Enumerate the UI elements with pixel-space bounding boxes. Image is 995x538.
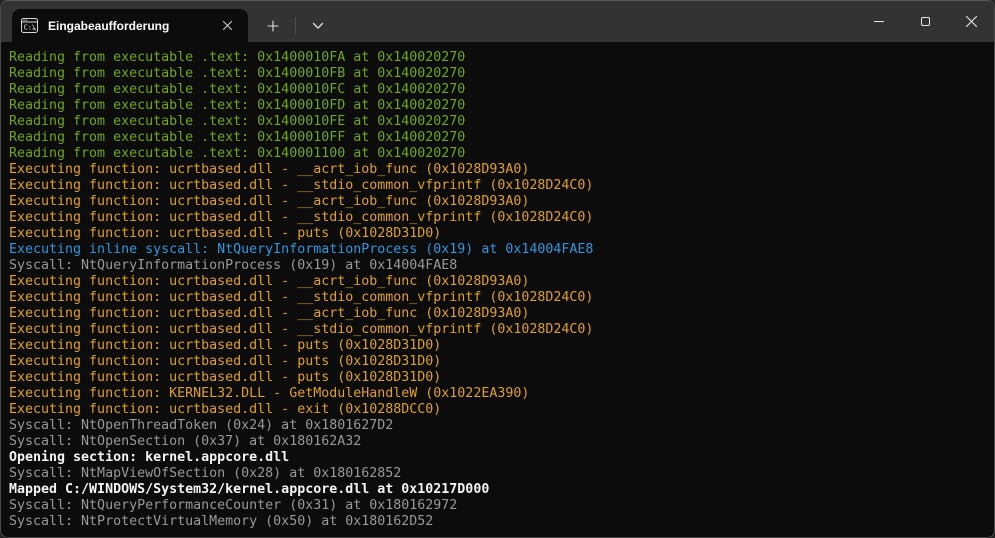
console-line: Executing function: KERNEL32.DLL - GetMo…	[9, 386, 994, 402]
console-line: Executing function: ucrtbased.dll - __ac…	[9, 162, 994, 178]
console-line: Mapped C:/WINDOWS/System32/kernel.appcor…	[9, 482, 994, 498]
console-line: Executing function: ucrtbased.dll - exit…	[9, 402, 994, 418]
console-line: Executing function: ucrtbased.dll - puts…	[9, 370, 994, 386]
title-bar[interactable]: C:\ Eingabeaufforderung	[1, 1, 994, 42]
new-tab-button[interactable]	[258, 9, 288, 42]
maximize-icon	[921, 17, 930, 26]
console-output: Reading from executable .text: 0x1400010…	[9, 50, 994, 530]
console-line: Reading from executable .text: 0x1400010…	[9, 82, 994, 98]
console-line: Executing function: ucrtbased.dll - __ac…	[9, 194, 994, 210]
minimize-button[interactable]	[856, 1, 902, 42]
tab-eingabeaufforderung[interactable]: C:\ Eingabeaufforderung	[12, 9, 248, 42]
console-line: Syscall: NtOpenThreadToken (0x24) at 0x1…	[9, 418, 994, 434]
tab-close-button[interactable]	[216, 15, 238, 37]
console-line: Executing inline syscall: NtQueryInforma…	[9, 242, 994, 258]
close-icon	[965, 15, 978, 28]
minimize-icon	[874, 21, 884, 22]
console-line: Syscall: NtOpenSection (0x37) at 0x18016…	[9, 434, 994, 450]
maximize-button[interactable]	[902, 1, 948, 42]
console-line: Reading from executable .text: 0x1400010…	[9, 130, 994, 146]
console-viewport[interactable]: Reading from executable .text: 0x1400010…	[1, 42, 994, 537]
tab-bar-divider	[295, 17, 296, 34]
console-line: Syscall: NtProtectVirtualMemory (0x50) a…	[9, 514, 994, 530]
console-line: Reading from executable .text: 0x1400010…	[9, 114, 994, 130]
chevron-down-icon	[312, 22, 324, 30]
close-button[interactable]	[948, 1, 994, 42]
console-line: Executing function: ucrtbased.dll - puts…	[9, 226, 994, 242]
console-line: Executing function: ucrtbased.dll - __st…	[9, 322, 994, 338]
console-line: Syscall: NtQueryInformationProcess (0x19…	[9, 258, 994, 274]
cmd-icon: C:\	[21, 18, 38, 33]
plus-icon	[267, 20, 279, 32]
console-line: Executing function: ucrtbased.dll - puts…	[9, 338, 994, 354]
console-line: Reading from executable .text: 0x1400010…	[9, 98, 994, 114]
console-line: Syscall: NtMapViewOfSection (0x28) at 0x…	[9, 466, 994, 482]
close-icon	[222, 20, 233, 31]
console-line: Reading from executable .text: 0x1400010…	[9, 66, 994, 82]
console-line: Executing function: ucrtbased.dll - __ac…	[9, 274, 994, 290]
console-line: Reading from executable .text: 0x1400011…	[9, 146, 994, 162]
tab-title: Eingabeaufforderung	[48, 19, 216, 33]
console-line: Syscall: NtQueryPerformanceCounter (0x31…	[9, 498, 994, 514]
console-line: Executing function: ucrtbased.dll - __st…	[9, 210, 994, 226]
console-line: Executing function: ucrtbased.dll - __st…	[9, 178, 994, 194]
tab-dropdown-button[interactable]	[303, 9, 333, 42]
console-line: Executing function: ucrtbased.dll - __st…	[9, 290, 994, 306]
console-line: Reading from executable .text: 0x1400010…	[9, 50, 994, 66]
console-line: Executing function: ucrtbased.dll - __ac…	[9, 306, 994, 322]
console-line: Opening section: kernel.appcore.dll	[9, 450, 994, 466]
svg-text:C:\: C:\	[24, 24, 37, 32]
console-line: Executing function: ucrtbased.dll - puts…	[9, 354, 994, 370]
terminal-window: C:\ Eingabeaufforderung	[0, 0, 995, 538]
